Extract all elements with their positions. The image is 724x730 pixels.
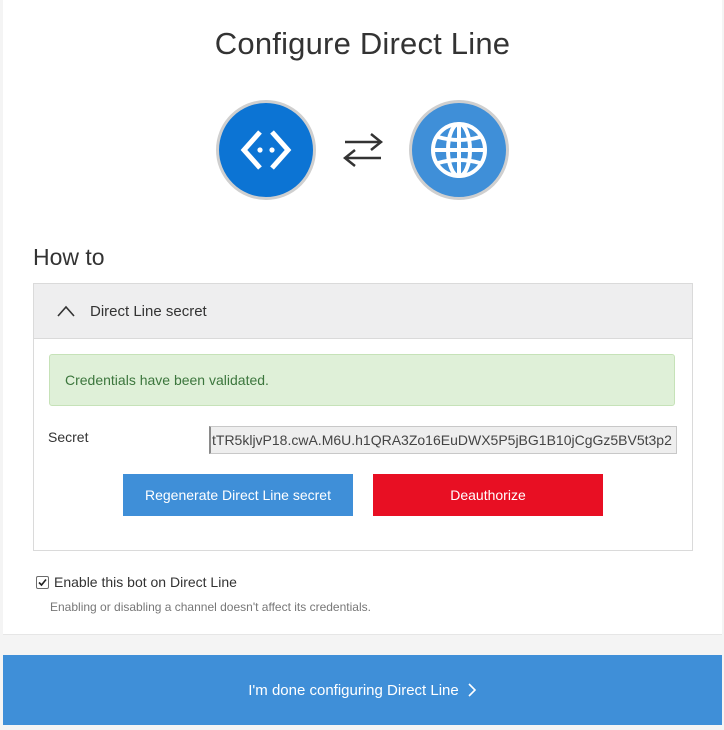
chevron-right-icon [467, 682, 477, 698]
done-configuring-button[interactable]: I'm done configuring Direct Line [3, 655, 722, 725]
enable-hint: Enabling or disabling a channel doesn't … [50, 600, 371, 614]
done-label: I'm done configuring Direct Line [248, 681, 459, 699]
globe-icon [409, 100, 509, 200]
alert-text: Credentials have been validated. [65, 372, 269, 388]
deauthorize-button[interactable]: Deauthorize [373, 474, 603, 516]
enable-bot-row: Enable this bot on Direct Line [36, 574, 237, 590]
exchange-arrows-icon [341, 130, 385, 170]
how-to-heading: How to [33, 244, 105, 270]
checkmark-icon [38, 578, 47, 586]
direct-line-secret-panel: Direct Line secret Credentials have been… [33, 283, 693, 551]
page-title: Configure Direct Line [214, 26, 511, 61]
secret-field[interactable] [209, 426, 677, 454]
direct-line-code-icon [216, 100, 316, 200]
panel-toggle[interactable]: Direct Line secret [34, 284, 692, 339]
enable-bot-label[interactable]: Enable this bot on Direct Line [54, 574, 237, 590]
configure-card: Configure Direct Line How to Direct Line… [3, 0, 722, 635]
regenerate-secret-button[interactable]: Regenerate Direct Line secret [123, 474, 353, 516]
chevron-up-icon [56, 304, 76, 318]
secret-label: Secret [48, 429, 89, 445]
panel-title: Direct Line secret [90, 302, 207, 320]
enable-bot-checkbox[interactable] [36, 575, 49, 589]
validation-alert: Credentials have been validated. [49, 354, 675, 406]
